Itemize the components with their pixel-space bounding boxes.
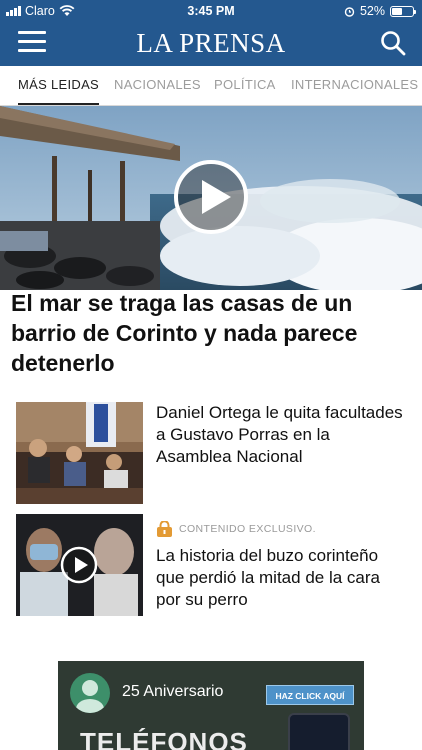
hero-video[interactable] bbox=[0, 106, 422, 290]
play-icon[interactable] bbox=[60, 546, 98, 584]
ad-banner[interactable]: 25 Aniversario HAZ CLICK AQUÍ TELÉFONOS bbox=[58, 661, 364, 750]
search-icon bbox=[381, 31, 406, 56]
exclusive-label: CONTENIDO EXCLUSIVO. bbox=[179, 523, 316, 535]
battery-icon bbox=[390, 5, 416, 17]
search-button[interactable] bbox=[380, 30, 406, 56]
article-text: CONTENIDO EXCLUSIVO. La historia del buz… bbox=[156, 514, 408, 611]
article-thumbnail bbox=[16, 402, 143, 504]
avatar bbox=[70, 673, 110, 713]
article-card[interactable]: CONTENIDO EXCLUSIVO. La historia del buz… bbox=[16, 514, 408, 616]
alarm-icon bbox=[344, 6, 355, 17]
ad-anniversary: 25 Aniversario bbox=[122, 683, 224, 700]
status-bar: Claro 3:45 PM 52% bbox=[0, 0, 422, 22]
ad-headline: TELÉFONOS bbox=[80, 727, 248, 750]
battery-group: 52% bbox=[344, 4, 416, 18]
tab-politica[interactable]: POLÍTICA bbox=[214, 66, 276, 105]
ad-cta-button[interactable]: HAZ CLICK AQUÍ bbox=[266, 685, 354, 705]
play-icon[interactable] bbox=[173, 159, 249, 235]
tab-internacionales[interactable]: INTERNACIONALES bbox=[291, 66, 418, 105]
exclusive-badge: CONTENIDO EXCLUSIVO. bbox=[156, 521, 408, 537]
tab-mas-leidas[interactable]: MÁS LEIDAS bbox=[18, 66, 100, 105]
phone-image bbox=[288, 713, 350, 750]
article-title[interactable]: Daniel Ortega le quita facultades a Gust… bbox=[156, 402, 408, 468]
section-tabs: MÁS LEIDAS NACIONALES POLÍTICA INTERNACI… bbox=[0, 66, 422, 106]
lock-icon bbox=[157, 521, 172, 537]
article-thumbnail bbox=[16, 514, 143, 616]
article-text: Daniel Ortega le quita facultades a Gust… bbox=[156, 402, 408, 468]
article-title[interactable]: La historia del buzo corinteño que perdi… bbox=[156, 545, 408, 611]
battery-percent: 52% bbox=[359, 4, 385, 18]
site-logo[interactable]: LA PRENSA bbox=[0, 28, 422, 59]
hero-headline[interactable]: El mar se traga las casas de un barrio d… bbox=[11, 288, 411, 378]
tab-nacionales[interactable]: NACIONALES bbox=[114, 66, 201, 105]
article-card[interactable]: Daniel Ortega le quita facultades a Gust… bbox=[16, 402, 408, 504]
app-header: Claro 3:45 PM 52% LA PRENSA bbox=[0, 0, 422, 66]
person-icon bbox=[76, 680, 104, 713]
